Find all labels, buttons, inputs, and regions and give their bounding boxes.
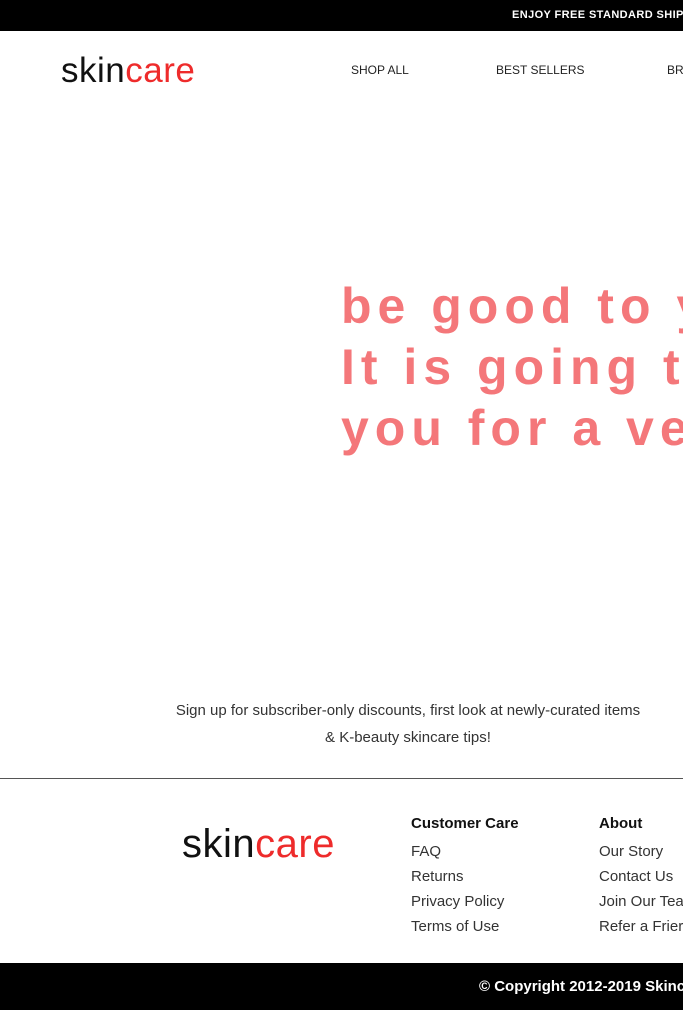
footer-link-returns[interactable]: Returns: [411, 864, 519, 889]
footer-link-contact-us[interactable]: Contact Us: [599, 864, 683, 889]
footer-divider: [0, 778, 683, 779]
hero-line-3: you for a very: [341, 400, 683, 456]
footer-link-faq[interactable]: FAQ: [411, 839, 519, 864]
footer-link-terms-of-use[interactable]: Terms of Use: [411, 914, 519, 939]
signup-line-1: Sign up for subscriber-only discounts, f…: [175, 702, 641, 719]
about-heading: About: [599, 815, 643, 832]
footer-logo-text-skin: skin: [182, 822, 256, 866]
footer-link-join-our-team[interactable]: Join Our Tea: [599, 889, 683, 914]
footer-logo[interactable]: skincare: [182, 824, 335, 864]
footer-customer-care: Customer Care FAQ Returns Privacy Policy…: [411, 814, 519, 939]
newsletter-signup-text: Sign up for subscriber-only discounts, f…: [150, 697, 666, 751]
footer-link-refer-a-friend[interactable]: Refer a Frier: [599, 914, 683, 939]
main-nav: SHOP ALL BEST SELLERS BR: [0, 63, 683, 83]
announcement-bar: ENJOY FREE STANDARD SHIPPING: [0, 0, 683, 31]
hero-tagline: be good to yo It is going to you for a v…: [341, 276, 683, 466]
nav-best-sellers[interactable]: BEST SELLERS: [496, 63, 585, 77]
announcement-text: ENJOY FREE STANDARD SHIPPING: [512, 9, 683, 21]
signup-line-2: & K-beauty skincare tips!: [325, 729, 491, 746]
footer-about: About Our Story Contact Us Join Our Tea …: [599, 814, 683, 939]
nav-brands[interactable]: BR: [667, 63, 683, 77]
hero-line-1: be good to yo: [341, 278, 683, 334]
copyright-bar: © Copyright 2012-2019 Skinc: [0, 963, 683, 1010]
hero-line-2: It is going to: [341, 339, 683, 395]
customer-care-heading: Customer Care: [411, 815, 519, 832]
footer-link-privacy-policy[interactable]: Privacy Policy: [411, 889, 519, 914]
footer-logo-text-care: care: [255, 822, 335, 866]
nav-shop-all[interactable]: SHOP ALL: [351, 63, 409, 77]
footer-link-our-story[interactable]: Our Story: [599, 839, 683, 864]
copyright-text: © Copyright 2012-2019 Skinc: [479, 978, 683, 995]
